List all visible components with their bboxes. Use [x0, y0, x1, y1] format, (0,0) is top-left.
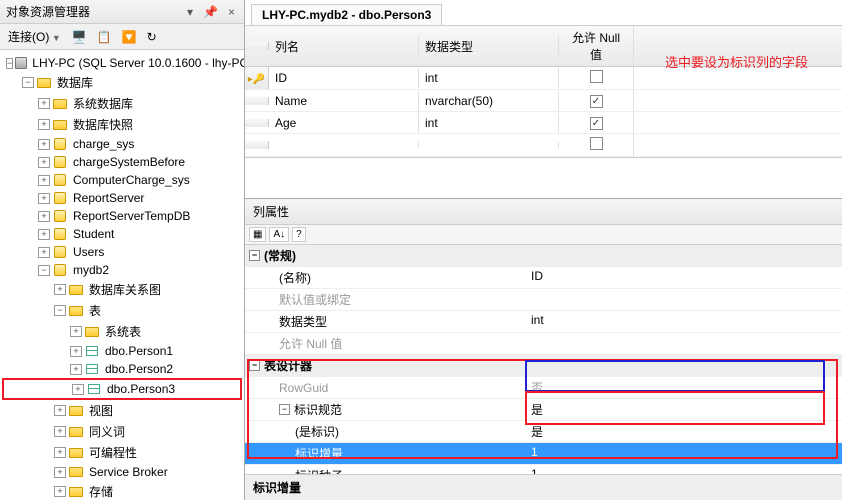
- db-node[interactable]: +chargeSystemBefore: [2, 153, 242, 171]
- help-icon[interactable]: ?: [292, 227, 306, 242]
- folder-node[interactable]: +同义词: [2, 421, 242, 442]
- folder-node[interactable]: +视图: [2, 400, 242, 421]
- column-properties-panel: 列属性 ▦ A↓ ? −(常规) (名称)ID 默认值或绑定 数据类型int 允…: [245, 198, 842, 500]
- table-designer-tab[interactable]: LHY-PC.mydb2 - dbo.Person3: [251, 4, 442, 25]
- empty-row[interactable]: [245, 134, 842, 157]
- identity-increment-row[interactable]: 标识增量1: [245, 443, 842, 465]
- pin-icon[interactable]: 📌: [200, 5, 221, 19]
- folder-node[interactable]: +Service Broker: [2, 463, 242, 481]
- folder-node[interactable]: +系统表: [2, 321, 242, 342]
- expand-icon[interactable]: −: [249, 250, 260, 261]
- close-icon[interactable]: ×: [225, 5, 238, 19]
- column-row[interactable]: Namenvarchar(50)✓: [245, 90, 842, 112]
- object-explorer-title: 对象资源管理器: [6, 3, 90, 20]
- alpha-sort-icon[interactable]: A↓: [269, 227, 289, 242]
- db-node[interactable]: +ReportServer: [2, 189, 242, 207]
- db-node[interactable]: +数据库快照: [2, 114, 242, 135]
- property-description-label: 标识增量: [245, 474, 842, 500]
- expand-icon[interactable]: −: [249, 360, 260, 371]
- db-node[interactable]: +Users: [2, 243, 242, 261]
- expand-icon[interactable]: −: [279, 404, 290, 415]
- object-explorer-header: 对象资源管理器 ▾ 📌 ×: [0, 0, 244, 24]
- server-list-icon[interactable]: 📋: [94, 28, 115, 46]
- properties-grid[interactable]: −(常规) (名称)ID 默认值或绑定 数据类型int 允许 Null 值 −表…: [245, 245, 842, 474]
- columns-grid: 列名 数据类型 允许 Null 值 ▸🔑IDintNamenvarchar(50…: [245, 26, 842, 158]
- table-node[interactable]: +dbo.Person3: [2, 378, 242, 400]
- db-node[interactable]: +charge_sys: [2, 135, 242, 153]
- filter-icon[interactable]: 🔽: [119, 28, 140, 46]
- header-col-null: 允许 Null 值: [559, 26, 634, 66]
- db-node[interactable]: +系统数据库: [2, 93, 242, 114]
- db-node[interactable]: +ReportServerTempDB: [2, 207, 242, 225]
- null-checkbox[interactable]: [590, 137, 603, 150]
- server-node[interactable]: −LHY-PC (SQL Server 10.0.1600 - lhy-PC\l…: [2, 54, 242, 72]
- editor-tabs: LHY-PC.mydb2 - dbo.Person3: [245, 0, 842, 26]
- folder-node[interactable]: +可编程性: [2, 442, 242, 463]
- refresh-icon[interactable]: ↻: [144, 28, 160, 46]
- properties-toolbar: ▦ A↓ ?: [245, 225, 842, 245]
- databases-folder[interactable]: −数据库: [2, 72, 242, 93]
- table-node[interactable]: +dbo.Person1: [2, 342, 242, 360]
- object-explorer-toolbar: 连接(O) 🖥️ 📋 🔽 ↻: [0, 24, 244, 50]
- object-tree[interactable]: −LHY-PC (SQL Server 10.0.1600 - lhy-PC\l…: [0, 50, 244, 500]
- db-node[interactable]: +Student: [2, 225, 242, 243]
- column-row[interactable]: Ageint✓: [245, 112, 842, 134]
- null-checkbox[interactable]: [590, 70, 603, 83]
- db-node[interactable]: +ComputerCharge_sys: [2, 171, 242, 189]
- header-col-type: 数据类型: [419, 35, 559, 58]
- dropdown-icon[interactable]: ▾: [184, 5, 196, 19]
- folder-node[interactable]: +存储: [2, 481, 242, 500]
- annotation-identity: 选中要设为标识列的字段: [665, 52, 808, 71]
- table-node[interactable]: +dbo.Person2: [2, 360, 242, 378]
- mydb2-node[interactable]: −mydb2: [2, 261, 242, 279]
- header-col-name: 列名: [269, 35, 419, 58]
- categorized-sort-icon[interactable]: ▦: [249, 227, 266, 242]
- null-checkbox[interactable]: ✓: [590, 117, 603, 130]
- row-selector-icon: ▸🔑: [248, 74, 265, 85]
- connect-button[interactable]: 连接(O): [4, 26, 65, 47]
- null-checkbox[interactable]: ✓: [590, 95, 603, 108]
- db-diagrams-folder[interactable]: +数据库关系图: [2, 279, 242, 300]
- server-connect-icon[interactable]: 🖥️: [69, 28, 90, 46]
- tables-folder[interactable]: −表: [2, 300, 242, 321]
- properties-title: 列属性: [245, 199, 842, 225]
